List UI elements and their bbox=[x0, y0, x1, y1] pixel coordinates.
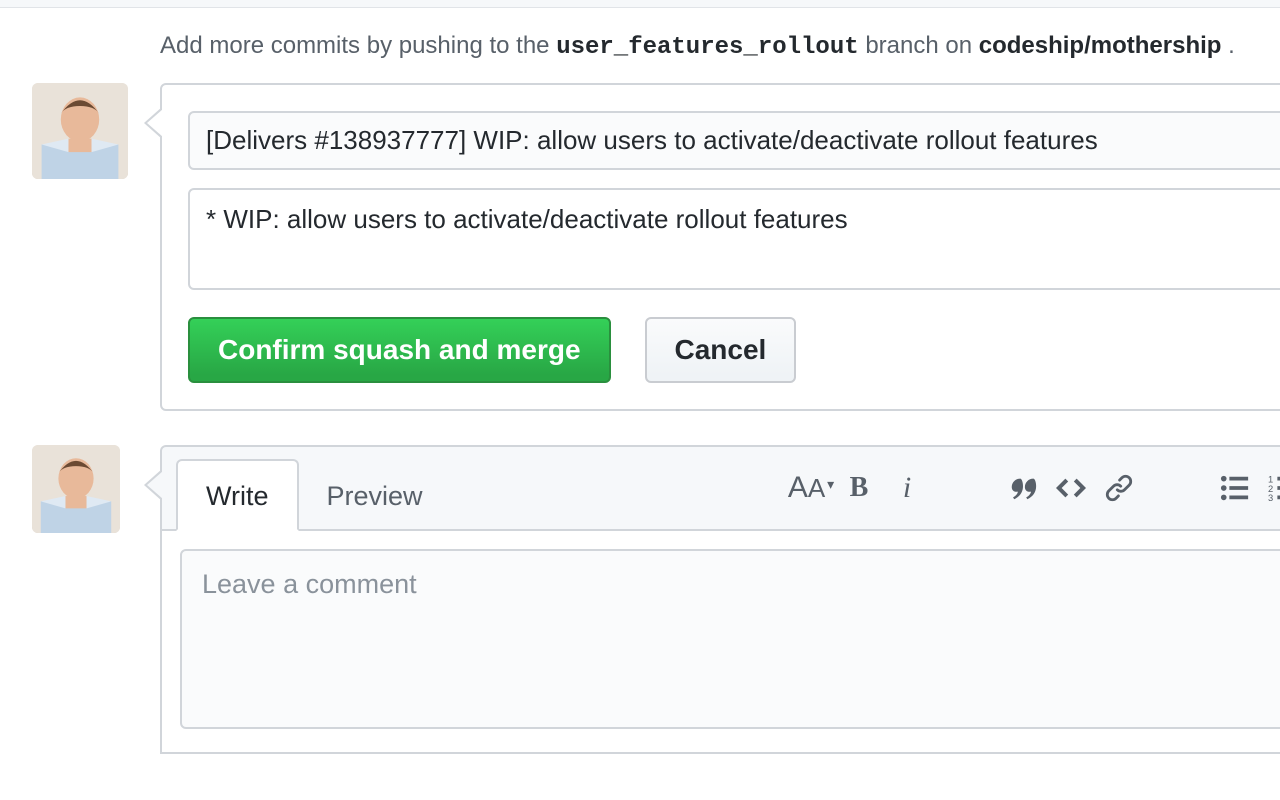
italic-icon[interactable]: i bbox=[890, 471, 924, 505]
push-hint-mid: branch on bbox=[865, 32, 978, 59]
bold-icon[interactable]: B bbox=[842, 471, 876, 505]
comment-avatar[interactable] bbox=[32, 445, 120, 533]
merge-panel: Confirm squash and merge Cancel bbox=[160, 83, 1280, 411]
comment-box: Write Preview AA▾ B i bbox=[160, 445, 1280, 754]
push-hint-prefix: Add more commits by pushing to the bbox=[160, 32, 556, 59]
cancel-button[interactable]: Cancel bbox=[645, 317, 797, 383]
merge-button-row: Confirm squash and merge Cancel bbox=[188, 317, 1280, 383]
tab-write[interactable]: Write bbox=[176, 459, 299, 531]
merge-title-input[interactable] bbox=[188, 111, 1280, 170]
push-hint-suffix: . bbox=[1228, 32, 1235, 59]
comment-textarea[interactable] bbox=[180, 549, 1280, 729]
tab-preview[interactable]: Preview bbox=[299, 459, 451, 529]
link-icon[interactable] bbox=[1102, 471, 1136, 505]
bulleted-list-icon[interactable] bbox=[1218, 471, 1252, 505]
quote-icon[interactable] bbox=[1006, 471, 1040, 505]
merge-body-input[interactable] bbox=[188, 188, 1280, 290]
comment-body-wrap bbox=[160, 529, 1280, 754]
confirm-squash-merge-button[interactable]: Confirm squash and merge bbox=[188, 317, 611, 383]
comment-tab-strip: Write Preview AA▾ B i bbox=[160, 445, 1280, 529]
top-strip bbox=[0, 0, 1280, 8]
comment-toolbar: AA▾ B i bbox=[794, 447, 1280, 529]
merge-avatar[interactable] bbox=[32, 83, 128, 179]
code-icon[interactable] bbox=[1054, 471, 1088, 505]
push-hint: Add more commits by pushing to the user_… bbox=[160, 32, 1280, 61]
merge-row: Confirm squash and merge Cancel bbox=[160, 83, 1280, 411]
push-hint-branch: user_features_rollout bbox=[556, 34, 858, 61]
svg-text:3: 3 bbox=[1268, 493, 1273, 503]
push-hint-repo: codeship/mothership bbox=[979, 32, 1222, 59]
numbered-list-icon[interactable]: 123 bbox=[1266, 471, 1280, 505]
text-size-menu-icon[interactable]: AA▾ bbox=[794, 471, 828, 505]
